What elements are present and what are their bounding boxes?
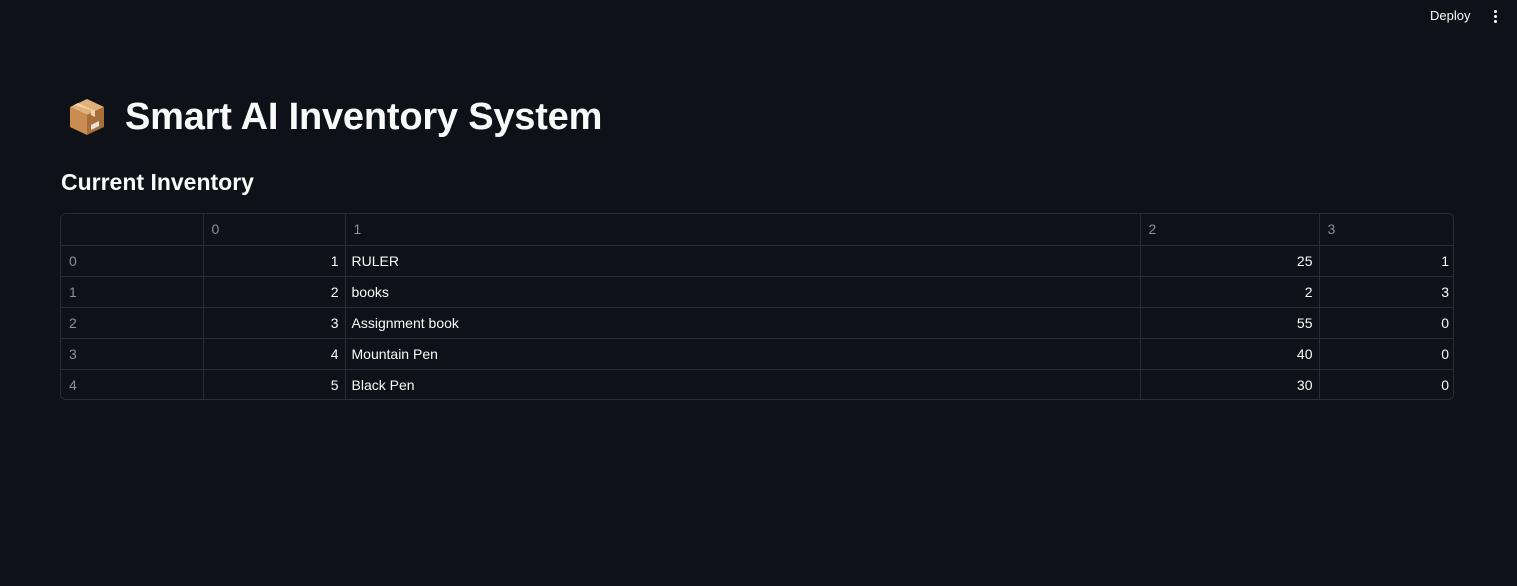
- table-cell[interactable]: 30: [1140, 369, 1320, 399]
- inventory-table[interactable]: 0 1 2 3 0 1 RULER 25 1 1 2 books 2 3 2 3…: [60, 213, 1454, 400]
- table-cell[interactable]: 5: [203, 369, 346, 399]
- table-cell[interactable]: 25: [1140, 245, 1320, 277]
- column-header[interactable]: 0: [203, 214, 346, 246]
- table-cell[interactable]: books: [345, 276, 1141, 308]
- table-cell[interactable]: 0: [1319, 369, 1453, 399]
- table-row: 4 5 Black Pen 30 0: [61, 369, 1453, 399]
- row-index: 3: [61, 338, 204, 370]
- table-cell[interactable]: 2: [1140, 276, 1320, 308]
- table-cell[interactable]: 0: [1319, 307, 1453, 339]
- row-index: 1: [61, 276, 204, 308]
- deploy-button[interactable]: Deploy: [1420, 5, 1480, 27]
- table-row: 1 2 books 2 3: [61, 276, 1453, 308]
- table-cell[interactable]: 2: [203, 276, 346, 308]
- page-title: Smart AI Inventory System: [125, 95, 603, 138]
- column-header[interactable]: 1: [345, 214, 1141, 246]
- section-subheader: Current Inventory: [61, 169, 254, 195]
- package-box-icon: [70, 99, 104, 135]
- table-row: 0 1 RULER 25 1: [61, 245, 1453, 277]
- row-index: 0: [61, 245, 204, 277]
- table-cell[interactable]: 40: [1140, 338, 1320, 370]
- table-cell[interactable]: RULER: [345, 245, 1141, 277]
- row-index: 2: [61, 307, 204, 339]
- table-cell[interactable]: Mountain Pen: [345, 338, 1141, 370]
- table-cell[interactable]: 4: [203, 338, 346, 370]
- table-row: 3 4 Mountain Pen 40 0: [61, 338, 1453, 370]
- table-cell[interactable]: 55: [1140, 307, 1320, 339]
- top-toolbar: Deploy: [0, 0, 1517, 32]
- column-header-index[interactable]: [61, 214, 204, 246]
- table-cell[interactable]: 0: [1319, 338, 1453, 370]
- row-index: 4: [61, 369, 204, 399]
- vertical-ellipsis-icon[interactable]: [1485, 5, 1505, 27]
- column-header[interactable]: 2: [1140, 214, 1320, 246]
- table-cell[interactable]: 3: [1319, 276, 1453, 308]
- table-cell[interactable]: Assignment book: [345, 307, 1141, 339]
- table-row: 2 3 Assignment book 55 0: [61, 307, 1453, 339]
- table-cell[interactable]: Black Pen: [345, 369, 1141, 399]
- table-cell[interactable]: 3: [203, 307, 346, 339]
- table-cell[interactable]: 1: [1319, 245, 1453, 277]
- column-header[interactable]: 3: [1319, 214, 1453, 246]
- page-title-row: Smart AI Inventory System: [66, 92, 602, 142]
- table-header-row: 0 1 2 3: [61, 214, 1453, 246]
- table-cell[interactable]: 1: [203, 245, 346, 277]
